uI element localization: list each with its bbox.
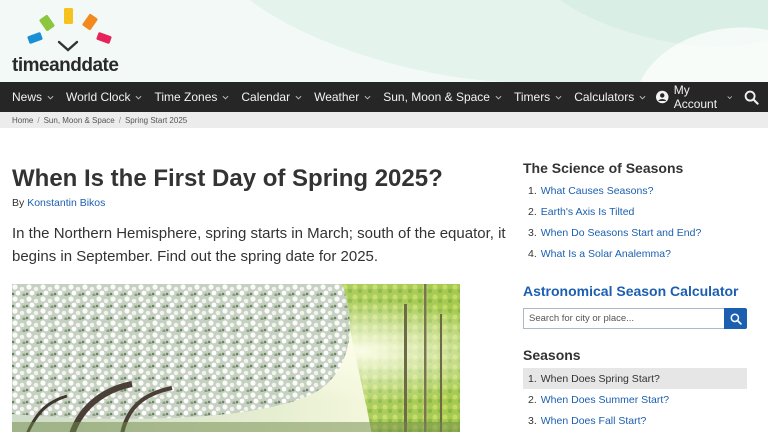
nav-item-time-zones[interactable]: Time Zones (148, 82, 235, 112)
breadcrumb: Home / Sun, Moon & Space / Spring Start … (0, 112, 768, 128)
city-search-button[interactable] (724, 308, 747, 329)
nav-item-label: Timers (513, 90, 551, 104)
seasons-link-spring[interactable]: When Does Spring Start? (541, 373, 660, 385)
chevron-down-icon (47, 95, 54, 100)
science-link-earth-axis-tilted[interactable]: Earth's Axis Is Tilted (541, 206, 635, 218)
breadcrumb-separator: / (37, 115, 40, 125)
chevron-down-icon (295, 95, 302, 100)
science-of-seasons-list: 1. What Causes Seasons? 2. Earth's Axis … (523, 180, 747, 264)
city-search-form (523, 308, 747, 329)
science-link-solar-analemma[interactable]: What Is a Solar Analemma? (541, 248, 671, 260)
science-link-seasons-start-end[interactable]: When Do Seasons Start and End? (541, 227, 702, 239)
logo-wordmark[interactable]: timeanddate (12, 55, 119, 77)
nav-item-label: Time Zones (154, 90, 218, 104)
site-search-button[interactable] (743, 82, 760, 112)
seasons-heading: Seasons (523, 347, 581, 363)
chevron-down-icon (555, 95, 562, 100)
city-search-input[interactable] (523, 308, 724, 329)
list-item-number: 3. (528, 226, 537, 239)
my-account-label: My Account (673, 83, 718, 111)
list-item-number: 2. (528, 205, 537, 218)
byline-prefix: By (12, 197, 25, 209)
nav-item-label: Calculators (574, 90, 635, 104)
list-item[interactable]: 1. When Does Spring Start? (523, 368, 747, 389)
list-item-number: 2. (528, 393, 537, 406)
logo-sun-icon (27, 8, 112, 52)
main-nav: News World Clock Time Zones Calendar Wea… (0, 82, 768, 112)
chevron-down-icon (495, 95, 502, 100)
nav-item-calculators[interactable]: Calculators (568, 82, 652, 112)
chevron-down-icon (222, 95, 229, 100)
science-link-what-causes-seasons[interactable]: What Causes Seasons? (541, 185, 654, 197)
list-item-number: 1. (528, 184, 537, 197)
hero-image-blossom-tree (12, 284, 460, 432)
nav-item-label: News (12, 90, 43, 104)
seasons-link-fall[interactable]: When Does Fall Start? (541, 415, 647, 427)
list-item[interactable]: 2. Earth's Axis Is Tilted (523, 201, 747, 222)
seasons-link-summer[interactable]: When Does Summer Start? (541, 394, 669, 406)
season-calculator-heading[interactable]: Astronomical Season Calculator (523, 283, 739, 299)
list-item[interactable]: 4. What Is a Solar Analemma? (523, 243, 747, 264)
breadcrumb-home[interactable]: Home (12, 116, 33, 125)
breadcrumb-sun-moon-space[interactable]: Sun, Moon & Space (44, 116, 115, 125)
search-icon (730, 313, 742, 325)
nav-item-timers[interactable]: Timers (508, 82, 568, 112)
nav-item-sun-moon-space[interactable]: Sun, Moon & Space (377, 82, 508, 112)
byline: By Konstantin Bikos (12, 197, 105, 209)
page-title: When Is the First Day of Spring 2025? (12, 165, 443, 192)
chevron-down-icon (364, 95, 371, 100)
list-item[interactable]: 3. When Do Seasons Start and End? (523, 222, 747, 243)
chevron-down-icon (727, 95, 733, 99)
user-avatar-icon (656, 90, 669, 104)
nav-item-label: World Clock (66, 90, 131, 104)
nav-item-weather[interactable]: Weather (308, 82, 377, 112)
chevron-down-icon (639, 95, 646, 100)
list-item-number: 4. (528, 247, 537, 260)
breadcrumb-current[interactable]: Spring Start 2025 (125, 116, 187, 125)
nav-item-label: Calendar (241, 90, 291, 104)
breadcrumb-separator: / (118, 115, 121, 125)
list-item[interactable]: 3. When Does Fall Start? (523, 410, 747, 431)
nav-item-label: Sun, Moon & Space (383, 90, 490, 104)
nav-item-calendar[interactable]: Calendar (235, 82, 308, 112)
nav-item-news[interactable]: News (0, 82, 60, 112)
chevron-down-icon (135, 95, 142, 100)
seasons-list: 1. When Does Spring Start? 2. When Does … (523, 368, 747, 431)
article-intro: In the Northern Hemisphere, spring start… (12, 225, 506, 265)
search-icon (744, 90, 759, 105)
site-header: timeanddate (0, 0, 768, 82)
list-item-number: 3. (528, 414, 537, 427)
list-item-number: 1. (528, 372, 537, 385)
list-item[interactable]: 2. When Does Summer Start? (523, 389, 747, 410)
my-account-button[interactable]: My Account (652, 82, 736, 112)
list-item[interactable]: 1. What Causes Seasons? (523, 180, 747, 201)
author-link[interactable]: Konstantin Bikos (27, 197, 105, 209)
nav-item-world-clock[interactable]: World Clock (60, 82, 148, 112)
science-of-seasons-heading: The Science of Seasons (523, 160, 684, 176)
nav-item-label: Weather (314, 90, 360, 104)
